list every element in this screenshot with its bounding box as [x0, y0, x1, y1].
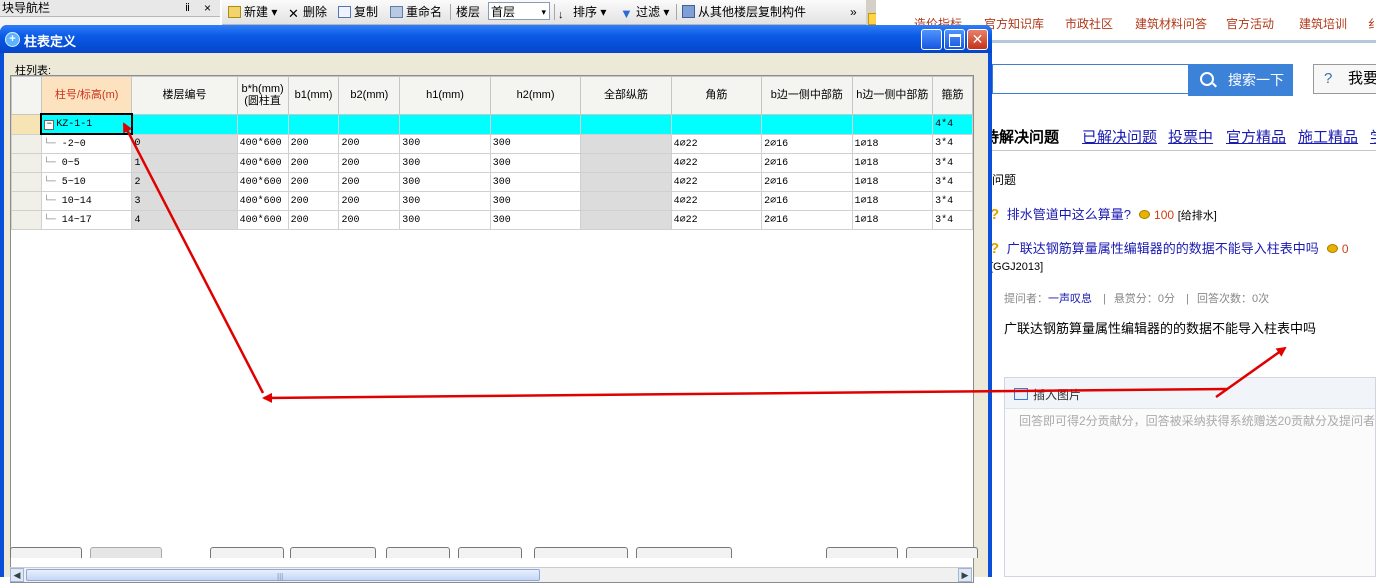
annotation-arrows [122, 122, 1287, 403]
annotation-arrow-line [1215, 346, 1287, 399]
annotation-arrow-line [262, 387, 1229, 403]
annotation-arrow-line [122, 122, 265, 394]
